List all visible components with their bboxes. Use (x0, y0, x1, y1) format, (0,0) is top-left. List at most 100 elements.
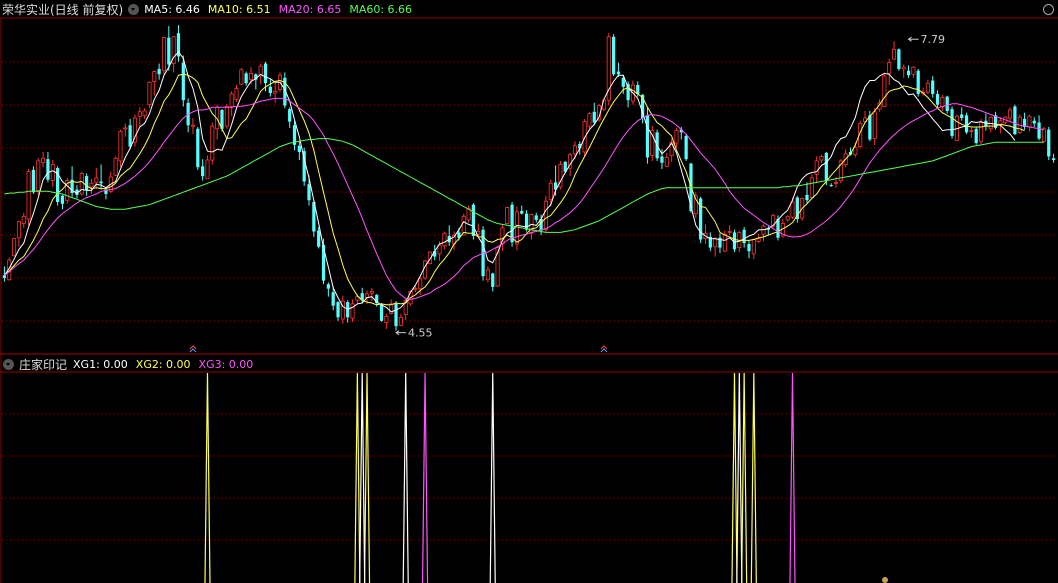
candle-body (248, 72, 254, 81)
candle-body (1032, 120, 1036, 124)
candle-body (297, 145, 301, 152)
candle-body (413, 288, 418, 291)
candle-body (41, 157, 46, 164)
indicator-spike-xg2 (363, 372, 371, 583)
candle-body (727, 231, 732, 233)
price-annotation-label: 4.55 (408, 327, 433, 340)
candle-body (118, 131, 123, 162)
candle-body (664, 156, 669, 167)
candle-body (819, 156, 824, 161)
candle-body (1051, 158, 1056, 161)
candle-body (491, 273, 495, 287)
candle-body (587, 113, 592, 127)
candle-body (1027, 115, 1032, 128)
signal-marker-icon (600, 348, 608, 353)
indicator-spike-xg2 (750, 372, 757, 583)
candle-body (1037, 122, 1041, 139)
status-dot-icon (882, 577, 888, 583)
candle-body (273, 90, 278, 94)
candle-body (534, 215, 538, 220)
candle-body (128, 125, 132, 147)
price-annotation-label: 7.79 (921, 33, 946, 46)
candle-body (89, 182, 94, 188)
candle-body (824, 152, 828, 181)
indicator-spike-xg3 (421, 372, 429, 583)
candle-body (31, 169, 36, 193)
candle-body (147, 81, 152, 106)
candle-body (205, 159, 210, 180)
candle-body (1047, 129, 1051, 157)
indicator-spike-xg3 (789, 372, 796, 583)
candle-body (611, 36, 616, 75)
candle-body (592, 111, 596, 123)
candle-body (167, 37, 171, 65)
settings-dot-icon[interactable] (1043, 4, 1054, 15)
candle-body (379, 304, 384, 321)
candle-body (1013, 106, 1017, 135)
candle-body (50, 164, 55, 181)
candle-body (868, 115, 872, 140)
ma-line-ma5 (3, 51, 1016, 313)
candle-body (12, 238, 17, 257)
ma-line-ma60 (4, 138, 1044, 233)
candle-body (950, 109, 954, 136)
candle-body (833, 181, 839, 184)
candle-body (684, 135, 688, 160)
candle-body (384, 315, 389, 324)
candle-body (1041, 128, 1046, 142)
candle-body (181, 62, 185, 101)
candle-body (224, 106, 229, 127)
indicator-spike-xg2 (731, 372, 738, 583)
ma-line-ma20 (4, 97, 1044, 300)
candle-body (2, 275, 7, 278)
candle-body (268, 86, 272, 94)
candle-body (418, 278, 423, 290)
candle-body (892, 48, 897, 60)
candle-body (99, 181, 103, 184)
candle-body (331, 292, 335, 306)
ma-line-ma10 (4, 73, 1025, 306)
candle-body (897, 49, 901, 69)
candle-body (872, 111, 877, 140)
candle-body (94, 177, 99, 183)
candle-body (398, 316, 403, 326)
candle-body (674, 130, 679, 144)
candle-body (157, 68, 161, 75)
candle-body (660, 156, 664, 163)
candle-body (60, 195, 65, 204)
candle-body (940, 97, 945, 107)
candle-body (809, 177, 814, 198)
candle-body (307, 184, 311, 201)
candle-body (234, 88, 239, 100)
candle-body (645, 115, 650, 158)
chart-canvas[interactable]: 7.79 4.55 (0, 0, 1058, 583)
indicator-spike-xg1 (489, 372, 496, 583)
candle-body (960, 114, 964, 119)
candle-body (201, 166, 205, 177)
candle-body (572, 145, 577, 155)
indicator-spike-xg1 (402, 372, 409, 583)
candle-body (751, 239, 756, 255)
candle-body (548, 182, 553, 200)
candle-body (288, 109, 292, 122)
candle-body (969, 130, 974, 132)
candle-body (369, 290, 374, 294)
candle-body (239, 69, 244, 85)
candle-body (505, 206, 510, 224)
candle-body (46, 159, 50, 180)
signal-marker-icon (189, 348, 197, 353)
candle-body (747, 244, 751, 252)
candle-body (152, 71, 157, 82)
candle-body (137, 111, 142, 117)
candle-body (901, 66, 906, 70)
candle-body (16, 221, 21, 239)
candle-body (142, 110, 147, 116)
candle-body (911, 66, 916, 75)
candle-body (210, 125, 215, 161)
candle-body (742, 229, 746, 244)
candle-body (326, 284, 330, 289)
candle-body (471, 204, 476, 236)
indicator-spike-xg2 (741, 372, 748, 583)
candle-body (722, 233, 727, 252)
candle-body (543, 200, 548, 231)
